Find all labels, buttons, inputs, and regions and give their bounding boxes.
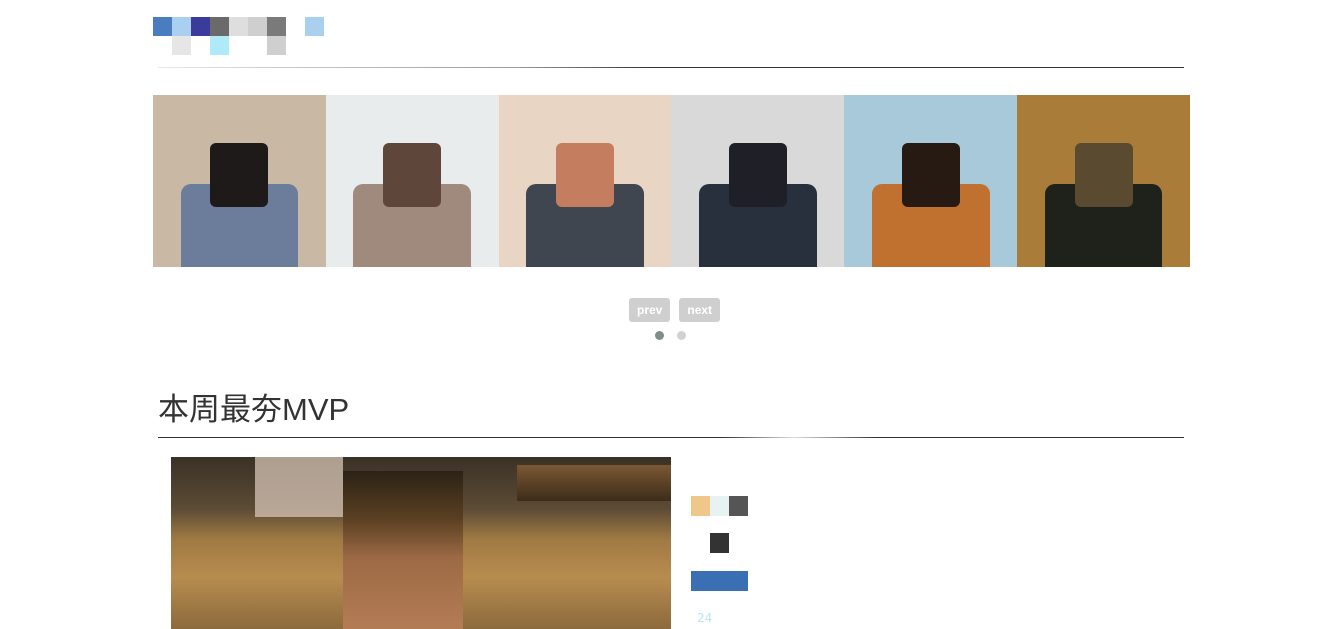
mosaic-block bbox=[210, 36, 229, 55]
mosaic-block bbox=[710, 533, 729, 553]
mosaic-block bbox=[691, 571, 748, 591]
carousel-photo[interactable] bbox=[325, 95, 499, 267]
photo-person-region bbox=[343, 471, 463, 629]
mvp-info-text: 24 bbox=[697, 611, 713, 625]
mvp-section-divider bbox=[158, 437, 1184, 438]
carousel-dot[interactable] bbox=[677, 331, 686, 340]
section-one-divider bbox=[158, 67, 1184, 68]
mosaic-block bbox=[729, 496, 748, 516]
mvp-info-panel: 24 bbox=[691, 496, 751, 625]
photo-face-region bbox=[556, 143, 615, 208]
mvp-photo[interactable] bbox=[171, 457, 671, 629]
photo-face-region bbox=[210, 143, 269, 208]
photo-face-region bbox=[728, 143, 787, 208]
mvp-section-title: 本周最夯MVP bbox=[158, 392, 350, 427]
carousel-photo[interactable] bbox=[1017, 95, 1190, 267]
mvp-info-item: 24 bbox=[691, 608, 751, 628]
mosaic-block bbox=[191, 17, 210, 36]
carousel-controls: prev next bbox=[629, 298, 721, 322]
photo-carousel[interactable] bbox=[153, 95, 1190, 267]
mosaic-block bbox=[248, 17, 267, 36]
page-content: ... prev next 本周最夯MVP 24 bbox=[153, 0, 1190, 629]
photo-head-region bbox=[255, 457, 343, 517]
mosaic-block bbox=[710, 496, 729, 516]
mvp-info-item bbox=[691, 571, 751, 591]
photo-face-region bbox=[1074, 143, 1133, 208]
mvp-info-item bbox=[691, 533, 751, 553]
mosaic-block bbox=[305, 17, 324, 36]
carousel-pagination bbox=[655, 331, 686, 340]
photo-face-region bbox=[383, 143, 442, 208]
carousel-photo[interactable] bbox=[844, 95, 1018, 267]
photo-face-region bbox=[901, 143, 960, 208]
carousel-dot[interactable] bbox=[655, 331, 664, 340]
carousel-photo[interactable] bbox=[498, 95, 672, 267]
mvp-info-item bbox=[691, 496, 751, 516]
photo-shelf-region bbox=[517, 465, 671, 501]
carousel-photo[interactable] bbox=[153, 95, 326, 267]
mosaic-block bbox=[229, 17, 248, 36]
mosaic-block bbox=[267, 17, 286, 36]
mosaic-block bbox=[691, 496, 710, 516]
carousel-next-button[interactable]: next bbox=[679, 298, 721, 322]
carousel-prev-button[interactable]: prev bbox=[629, 298, 671, 322]
mosaic-block bbox=[210, 17, 229, 36]
mosaic-block bbox=[267, 36, 286, 55]
carousel-photo[interactable] bbox=[671, 95, 845, 267]
